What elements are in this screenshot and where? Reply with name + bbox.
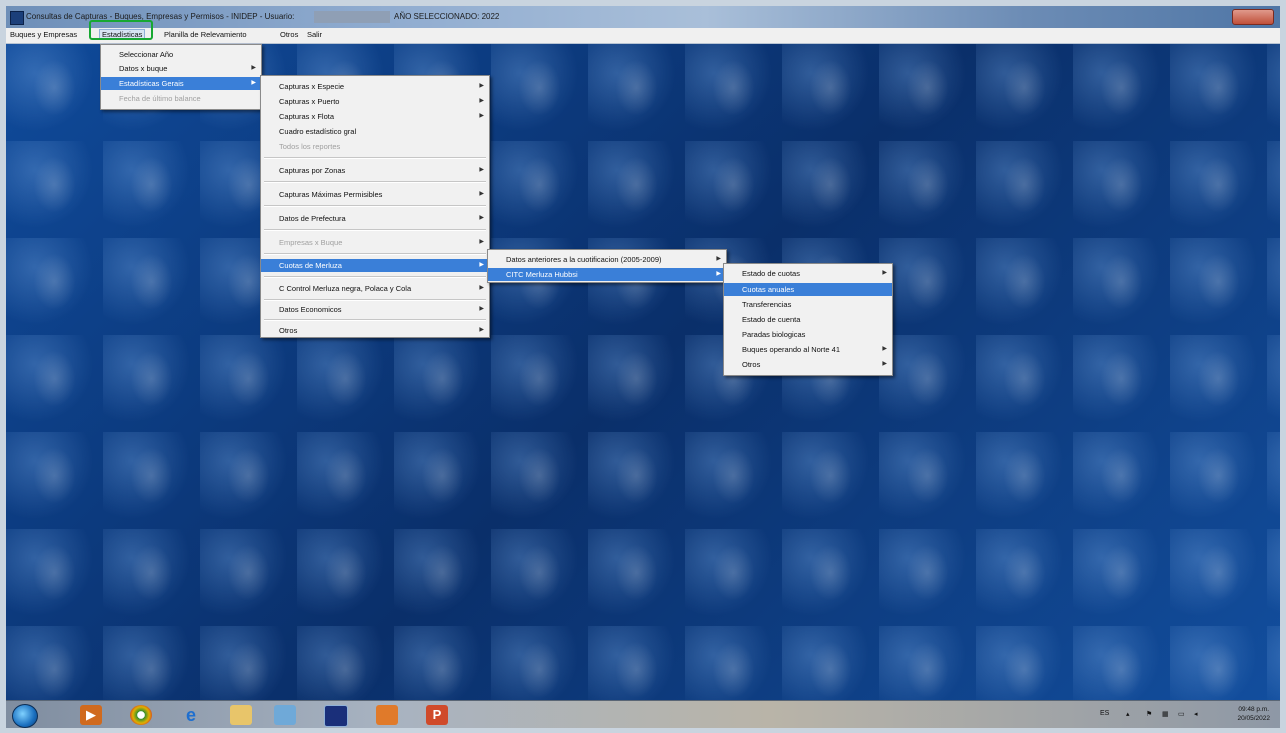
clock-date: 20/05/2022 bbox=[1237, 715, 1270, 722]
folder-icon[interactable] bbox=[230, 705, 252, 725]
menu-planilla-relevamiento[interactable]: Planilla de Relevamiento bbox=[164, 30, 247, 39]
media-player-icon[interactable]: ▶ bbox=[80, 705, 102, 725]
internet-explorer-icon[interactable]: e bbox=[180, 705, 202, 725]
app-icon bbox=[10, 11, 24, 25]
chevron-right-icon: ▶ bbox=[479, 113, 484, 119]
menu-separator bbox=[264, 253, 486, 255]
menu-bar: Buques y Empresas Estadísticas Planilla … bbox=[6, 28, 1280, 44]
highlight-box bbox=[89, 20, 153, 40]
clock-time: 09:48 p.m. bbox=[1238, 706, 1270, 713]
cuotas-merluza-menu: Datos anteriores a la cuotificacion (200… bbox=[487, 249, 727, 283]
volume-icon[interactable]: ◂ bbox=[1194, 710, 1198, 718]
menu-item-estado-cuenta[interactable]: Estado de cuenta bbox=[724, 313, 892, 326]
menu-item-otros-citc[interactable]: Otros ▶ bbox=[724, 358, 892, 371]
menu-item-paradas-biologicas[interactable]: Paradas biologicas bbox=[724, 328, 892, 341]
network-icon[interactable]: ▦ bbox=[1162, 710, 1169, 718]
menu-item-buques-norte-41[interactable]: Buques operando al Norte 41 ▶ bbox=[724, 343, 892, 356]
menu-item-datos-economicos[interactable]: Datos Economicos ▶ bbox=[261, 303, 489, 316]
menu-separator bbox=[264, 181, 486, 183]
menu-item-cuotas-anuales[interactable]: Cuotas anuales bbox=[724, 283, 892, 296]
chevron-right-icon: ▶ bbox=[716, 271, 721, 277]
menu-item-estadisticas-generales[interactable]: Estadísticas Gerais ▶ bbox=[101, 77, 261, 90]
close-button[interactable] bbox=[1232, 9, 1274, 25]
menu-item-control-merluza[interactable]: C Control Merluza negra, Polaca y Cola ▶ bbox=[261, 282, 489, 295]
menu-separator bbox=[264, 205, 486, 207]
chevron-right-icon: ▶ bbox=[479, 239, 484, 245]
menu-item-otros[interactable]: Otros ▶ bbox=[261, 324, 489, 337]
powerpoint-icon[interactable]: P bbox=[426, 705, 448, 725]
language-indicator[interactable]: ES bbox=[1100, 710, 1109, 717]
chevron-right-icon: ▶ bbox=[479, 167, 484, 173]
menu-separator bbox=[264, 319, 486, 321]
application-window: Consultas de Capturas - Buques, Empresas… bbox=[6, 6, 1280, 728]
window-title-year: AÑO SELECCIONADO: 2022 bbox=[394, 12, 500, 21]
menu-item-datos-anteriores[interactable]: Datos anteriores a la cuotificacion (200… bbox=[488, 253, 726, 266]
menu-item-estado-cuotas[interactable]: Estado de cuotas ▶ bbox=[724, 267, 892, 280]
menu-salir[interactable]: Salir bbox=[307, 30, 322, 39]
active-app-icon[interactable] bbox=[324, 705, 348, 727]
estadisticas-menu: Seleccionar Año Datos x buque ▶ Estadísti… bbox=[100, 44, 262, 110]
menu-item-todos-reportes[interactable]: Todos los reportes bbox=[261, 140, 489, 153]
start-button[interactable] bbox=[12, 704, 38, 728]
title-bar: Consultas de Capturas - Buques, Empresas… bbox=[6, 6, 1280, 28]
chevron-right-icon: ▶ bbox=[251, 65, 256, 71]
chevron-right-icon: ▶ bbox=[479, 83, 484, 89]
monitor-icon[interactable]: ▭ bbox=[1178, 710, 1185, 718]
menu-item-seleccionar-anio[interactable]: Seleccionar Año bbox=[101, 48, 261, 61]
menu-item-capturas-flota[interactable]: Capturas x Flota ▶ bbox=[261, 110, 489, 123]
menu-item-citc-merluza[interactable]: CITC Merluza Hubbsi ▶ bbox=[488, 268, 726, 281]
menu-item-capturas-zonas[interactable]: Capturas por Zonas ▶ bbox=[261, 164, 489, 177]
chevron-right-icon: ▶ bbox=[479, 327, 484, 333]
chevron-right-icon: ▶ bbox=[716, 256, 721, 262]
menu-separator bbox=[264, 299, 486, 301]
citc-menu: Estado de cuotas ▶ Cuotas anuales Transfe… bbox=[723, 263, 893, 376]
menu-item-fecha-ultimo-balance[interactable]: Fecha de último balance bbox=[101, 92, 261, 105]
taskbar: ▶ e P ES ▴ ⚑ ▦ ▭ ◂ 09:48 p.m. 20/05/2022 bbox=[6, 700, 1280, 728]
chevron-right-icon: ▶ bbox=[479, 285, 484, 291]
redacted-user-field bbox=[314, 11, 390, 23]
menu-separator bbox=[264, 229, 486, 231]
menu-separator bbox=[264, 276, 486, 278]
menu-item-transferencias[interactable]: Transferencias bbox=[724, 298, 892, 311]
chevron-right-icon: ▶ bbox=[479, 306, 484, 312]
app-icon[interactable] bbox=[274, 705, 296, 725]
menu-buques-empresas[interactable]: Buques y Empresas bbox=[10, 30, 77, 39]
chevron-right-icon: ▶ bbox=[251, 80, 256, 86]
window-title: Consultas de Capturas - Buques, Empresas… bbox=[26, 12, 295, 21]
chevron-right-icon: ▶ bbox=[479, 191, 484, 197]
chevron-right-icon: ▶ bbox=[882, 346, 887, 352]
estadisticas-generales-menu: Capturas x Especie ▶ Capturas x Puerto ▶ C… bbox=[260, 75, 490, 338]
menu-item-cuadro-estadistico[interactable]: Cuadro estadístico gral bbox=[261, 125, 489, 138]
flag-icon[interactable]: ⚑ bbox=[1146, 710, 1152, 718]
clock[interactable]: 09:48 p.m. 20/05/2022 bbox=[1237, 705, 1270, 723]
chevron-right-icon: ▶ bbox=[479, 98, 484, 104]
chevron-right-icon: ▶ bbox=[882, 270, 887, 276]
tray-chevron-icon[interactable]: ▴ bbox=[1126, 710, 1130, 718]
app-icon[interactable] bbox=[376, 705, 398, 725]
menu-item-empresas-buque[interactable]: Empresas x Buque ▶ bbox=[261, 236, 489, 249]
menu-separator bbox=[264, 157, 486, 159]
menu-item-cuotas-merluza[interactable]: Cuotas de Merluza ▶ bbox=[261, 259, 489, 272]
menu-item-capturas-especie[interactable]: Capturas x Especie ▶ bbox=[261, 80, 489, 93]
chevron-right-icon: ▶ bbox=[479, 262, 484, 268]
menu-item-datos-prefectura[interactable]: Datos de Prefectura ▶ bbox=[261, 212, 489, 225]
chevron-right-icon: ▶ bbox=[479, 215, 484, 221]
chevron-right-icon: ▶ bbox=[882, 361, 887, 367]
menu-otros[interactable]: Otros bbox=[280, 30, 298, 39]
menu-item-capturas-puerto[interactable]: Capturas x Puerto ▶ bbox=[261, 95, 489, 108]
menu-item-capturas-maximas[interactable]: Capturas Máximas Permisibles ▶ bbox=[261, 188, 489, 201]
menu-item-datos-x-buque[interactable]: Datos x buque ▶ bbox=[101, 62, 261, 75]
chrome-icon[interactable] bbox=[130, 705, 152, 725]
desktop-background bbox=[6, 44, 1280, 700]
